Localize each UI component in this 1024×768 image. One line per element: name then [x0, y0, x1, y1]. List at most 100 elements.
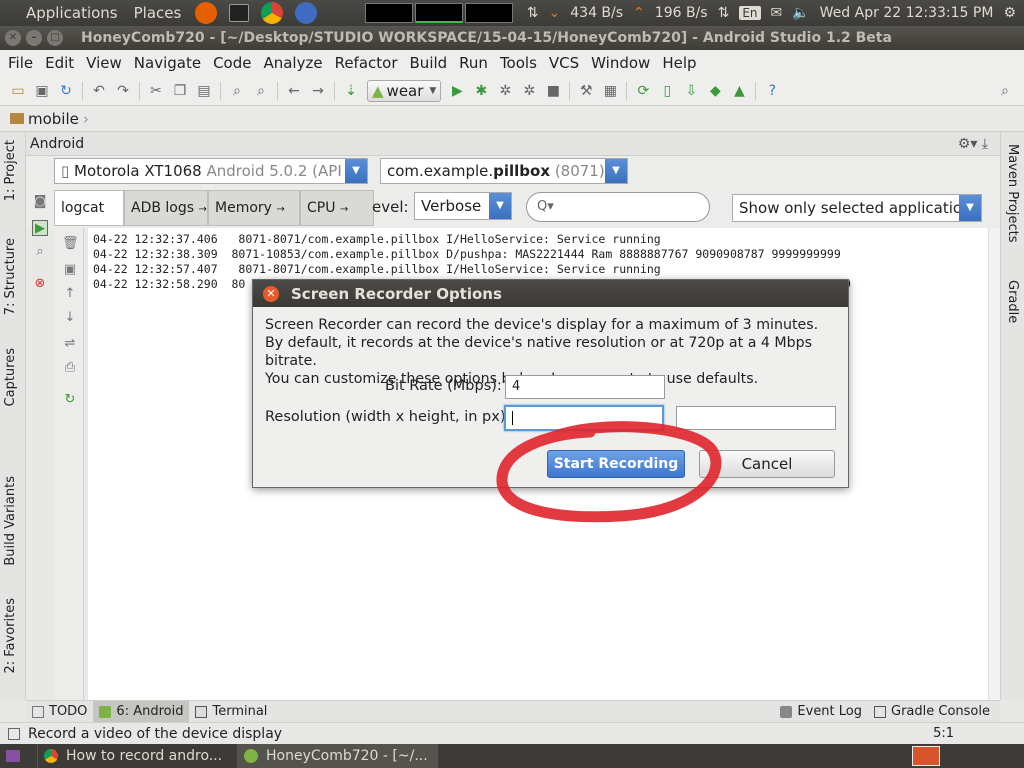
volume-icon[interactable]: 🔈	[792, 5, 809, 21]
resolution-height-input[interactable]	[676, 406, 836, 430]
menu-refactor[interactable]: Refactor	[329, 54, 404, 72]
project-structure-icon[interactable]: ▦	[601, 82, 619, 100]
tab-project[interactable]: 1: Project	[3, 140, 18, 201]
copy-icon[interactable]: ❐	[171, 82, 189, 100]
cursor-position[interactable]: 5:1	[933, 726, 954, 741]
cut-icon[interactable]: ✂	[147, 82, 165, 100]
camera-icon[interactable]: ◙	[32, 194, 48, 210]
thunderbird-icon[interactable]	[295, 2, 318, 24]
clear-log-icon[interactable]: 🗑	[62, 236, 79, 252]
undo-icon[interactable]: ↶	[90, 82, 108, 100]
keyboard-indicator[interactable]: En	[739, 6, 761, 20]
gradle-sync-icon[interactable]: ⟳	[634, 82, 652, 100]
scroll-end-icon[interactable]: ▣	[62, 262, 78, 278]
stop-icon[interactable]: ■	[544, 82, 562, 100]
android-device-icon[interactable]: ▲	[730, 82, 748, 100]
menu-build[interactable]: Build	[404, 54, 454, 72]
coverage-icon[interactable]: ✲	[496, 82, 514, 100]
tab-gradle-console[interactable]: Gradle Console	[868, 701, 996, 723]
tab-todo[interactable]: TODO	[26, 701, 93, 723]
down-icon[interactable]: ↓	[62, 310, 78, 326]
forward-icon[interactable]: →	[309, 82, 327, 100]
bitrate-input[interactable]: 4	[505, 375, 665, 399]
status-toggle-icon[interactable]	[8, 727, 20, 740]
system-info-icon[interactable]: ⌕	[32, 244, 48, 260]
run-config-select[interactable]: ▲ wear ▼	[367, 79, 442, 102]
workspace-switcher[interactable]	[912, 746, 940, 766]
tab-terminal[interactable]: Terminal	[189, 701, 273, 723]
menu-analyze[interactable]: Analyze	[257, 54, 328, 72]
help-icon[interactable]: ?	[763, 82, 781, 100]
print-icon[interactable]: ⎙	[62, 360, 78, 376]
breadcrumb-module[interactable]: mobile	[28, 110, 79, 128]
tab-captures[interactable]: Captures	[3, 348, 18, 406]
tab-gradle[interactable]: Gradle	[1005, 280, 1020, 323]
tab-memory[interactable]: Memory →	[208, 190, 300, 226]
make-project-icon[interactable]: ⇣	[342, 82, 360, 100]
tab-structure[interactable]: 7: Structure	[3, 238, 18, 315]
paste-icon[interactable]: ▤	[195, 82, 213, 100]
mail-icon[interactable]: ✉	[771, 5, 783, 21]
terminal-icon[interactable]	[229, 4, 250, 22]
sdk-manager-icon[interactable]: ⇩	[682, 82, 700, 100]
run-icon[interactable]: ▶	[448, 82, 466, 100]
restart-icon[interactable]: ↻	[62, 392, 78, 408]
tab-adb-logs[interactable]: ADB logs →	[124, 190, 208, 226]
process-select[interactable]: com.example.pillbox (8071) ▼	[380, 158, 628, 184]
search-icon[interactable]: ⌕	[996, 82, 1014, 100]
maximize-window-icon[interactable]: □	[47, 30, 63, 46]
applications-menu[interactable]: Applications	[0, 4, 126, 22]
tab-logcat[interactable]: logcat	[54, 190, 124, 226]
menu-view[interactable]: View	[80, 54, 128, 72]
tab-build-variants[interactable]: Build Variants	[3, 476, 18, 566]
menu-tools[interactable]: Tools	[494, 54, 543, 72]
up-icon[interactable]: ↑	[62, 286, 78, 302]
menu-navigate[interactable]: Navigate	[128, 54, 207, 72]
terminate-icon[interactable]: ⊗	[32, 276, 48, 292]
open-folder-icon[interactable]: ▭	[9, 82, 27, 100]
chrome-icon[interactable]	[261, 2, 284, 24]
logcat-scrollbar[interactable]	[988, 228, 1000, 700]
back-icon[interactable]: ←	[285, 82, 303, 100]
save-icon[interactable]: ▣	[33, 82, 51, 100]
network-icon[interactable]: ⇅	[718, 5, 730, 21]
avd-manager-icon[interactable]: ▯	[658, 82, 676, 100]
filter-select[interactable]: Show only selected application ▼	[732, 194, 982, 222]
settings-icon[interactable]: ⚒	[577, 82, 595, 100]
log-level-select[interactable]: Verbose ▼	[414, 192, 512, 220]
attach-debugger-icon[interactable]: ✲	[520, 82, 538, 100]
menu-window[interactable]: Window	[585, 54, 656, 72]
tab-android[interactable]: 6: Android	[93, 700, 190, 723]
menu-code[interactable]: Code	[207, 54, 257, 72]
tab-maven-projects[interactable]: Maven Projects	[1005, 144, 1020, 243]
screen-record-icon[interactable]: ▶	[32, 220, 48, 236]
show-desktop-icon[interactable]	[0, 744, 38, 768]
places-menu[interactable]: Places	[126, 4, 190, 22]
tab-favorites[interactable]: 2: Favorites	[3, 598, 18, 674]
taskbar-item-browser[interactable]: How to record andro...	[38, 744, 238, 768]
clock[interactable]: Wed Apr 22 12:33:15 PM	[820, 5, 994, 21]
android-monitor-icon[interactable]: ◆	[706, 82, 724, 100]
debug-icon[interactable]: ✱	[472, 82, 490, 100]
taskbar-item-android-studio[interactable]: HoneyComb720 - [~/...	[238, 744, 438, 768]
cancel-button[interactable]: Cancel	[699, 450, 835, 478]
redo-icon[interactable]: ↷	[114, 82, 132, 100]
close-icon[interactable]: ✕	[263, 285, 279, 302]
menu-edit[interactable]: Edit	[39, 54, 80, 72]
replace-icon[interactable]: ⌕	[252, 82, 270, 100]
menu-help[interactable]: Help	[656, 54, 702, 72]
logcat-search-input[interactable]: Q▾	[526, 192, 710, 222]
minimize-window-icon[interactable]: –	[26, 30, 42, 46]
start-recording-button[interactable]: Start Recording	[547, 450, 685, 478]
menu-run[interactable]: Run	[453, 54, 494, 72]
sync-icon[interactable]: ↻	[57, 82, 75, 100]
soft-wrap-icon[interactable]: ⇌	[62, 336, 78, 352]
menu-file[interactable]: File	[0, 54, 39, 72]
gear-icon[interactable]: ⚙▾ ⤓	[958, 136, 988, 152]
firefox-icon[interactable]	[195, 2, 218, 24]
resolution-width-input[interactable]	[504, 405, 664, 431]
find-icon[interactable]: ⌕	[228, 82, 246, 100]
device-select[interactable]: ▯ Motorola XT1068 Android 5.0.2 (API 21)…	[54, 158, 368, 204]
close-window-icon[interactable]: ✕	[5, 30, 21, 46]
tab-event-log[interactable]: Event Log	[774, 701, 868, 723]
